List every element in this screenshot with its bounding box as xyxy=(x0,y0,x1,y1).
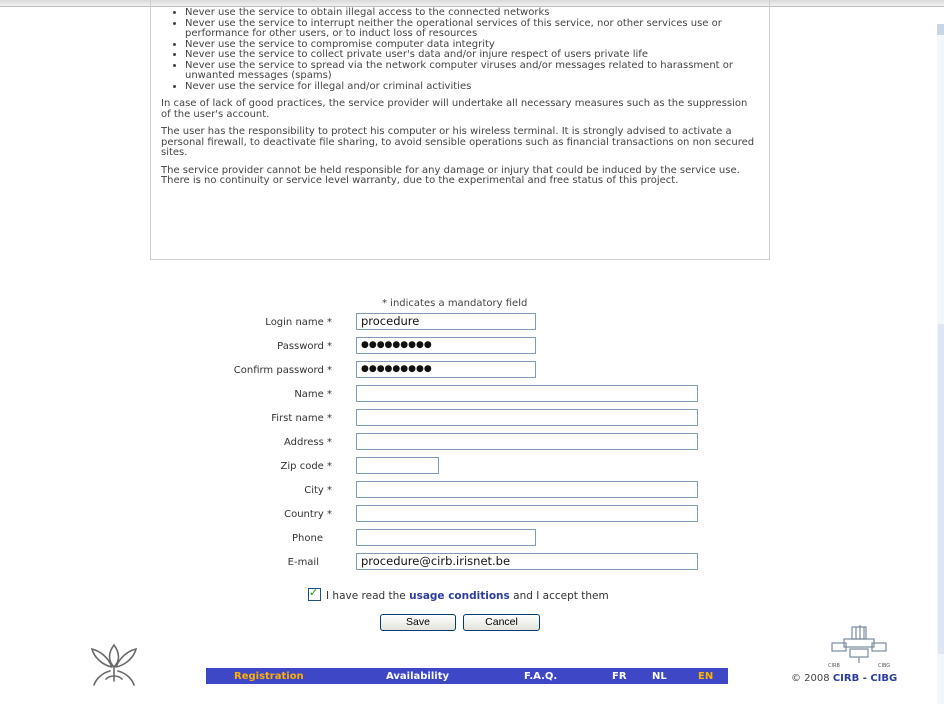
scrollbar-arrow[interactable] xyxy=(937,24,944,35)
phone-input[interactable] xyxy=(356,529,536,546)
email-label: E-mail xyxy=(287,557,319,568)
nav-faq[interactable]: F.A.Q. xyxy=(524,671,557,682)
cancel-button[interactable]: Cancel xyxy=(463,614,540,631)
rule-item: Never use the service to obtain illegal … xyxy=(185,7,759,19)
conditions-paragraph: There is no continuity or service level … xyxy=(161,175,679,186)
iris-logo-icon xyxy=(90,643,138,686)
rule-item: Never use the service to collect private… xyxy=(185,49,759,61)
email-input[interactable]: procedure@cirb.irisnet.be xyxy=(356,553,698,570)
nav-registration[interactable]: Registration xyxy=(234,671,304,682)
phone-label: Phone xyxy=(292,533,323,544)
accept-prefix-text: I have read the xyxy=(326,590,406,602)
accept-checkbox[interactable] xyxy=(308,586,321,601)
city-input[interactable] xyxy=(356,481,698,498)
usage-conditions-box: Never use the service to obtain illegal … xyxy=(150,0,770,260)
address-label: Address * xyxy=(283,437,332,448)
rule-item: Never use the service for illegal and/or… xyxy=(185,81,759,93)
rules-list: Never use the service to obtain illegal … xyxy=(175,7,759,93)
scrollbar-thumb[interactable] xyxy=(938,324,944,654)
rule-item: Never use the service to spread via the … xyxy=(185,60,759,82)
footer-nav-bar: Registration Availability F.A.Q. FR NL E… xyxy=(206,668,728,684)
rule-item: Never use the service to interrupt neith… xyxy=(185,18,759,40)
conditions-paragraph: The user has the responsibility to prote… xyxy=(161,126,755,158)
conditions-paragraph: In case of lack of good practices, the s… xyxy=(161,98,748,120)
nav-availability[interactable]: Availability xyxy=(386,671,449,682)
logo-left-text: CIRB xyxy=(828,663,840,669)
accept-suffix-text: and I accept them xyxy=(513,590,609,602)
confirm-password-label: Confirm password * xyxy=(233,365,332,376)
country-input[interactable] xyxy=(356,505,698,522)
address-input[interactable] xyxy=(356,433,698,450)
copyright: © 2008 CIRB - CIBG xyxy=(791,673,897,684)
password-label: Password * xyxy=(277,341,332,352)
usage-conditions-link[interactable]: usage conditions xyxy=(409,590,510,602)
copyright-org[interactable]: CIRB - CIBG xyxy=(833,673,897,684)
password-input[interactable]: ●●●●●●●●● xyxy=(356,337,536,354)
mandatory-note: * indicates a mandatory field xyxy=(382,298,528,309)
zip-code-input[interactable] xyxy=(356,457,439,474)
country-label: Country * xyxy=(284,509,332,520)
login-label: Login name * xyxy=(265,317,332,328)
nav-lang-nl[interactable]: NL xyxy=(652,671,667,682)
cirb-logo-icon: CIRB CIBG xyxy=(828,625,890,669)
name-label: Name * xyxy=(294,389,332,400)
first-name-input[interactable] xyxy=(356,409,698,426)
login-input[interactable]: procedure xyxy=(356,313,536,330)
save-button[interactable]: Save xyxy=(380,614,456,631)
name-input[interactable] xyxy=(356,385,698,402)
nav-lang-fr[interactable]: FR xyxy=(612,671,627,682)
scrollbar[interactable] xyxy=(937,24,944,704)
copyright-prefix: © 2008 xyxy=(791,673,830,684)
logo-right-text: CIBG xyxy=(878,663,890,669)
first-name-label: First name * xyxy=(271,413,332,424)
city-label: City * xyxy=(304,485,332,496)
nav-lang-en[interactable]: EN xyxy=(698,671,713,682)
zip-code-label: Zip code * xyxy=(280,461,332,472)
accept-conditions-row: I have read the usage conditions and I a… xyxy=(308,586,609,602)
confirm-password-input[interactable]: ●●●●●●●●● xyxy=(356,361,536,378)
